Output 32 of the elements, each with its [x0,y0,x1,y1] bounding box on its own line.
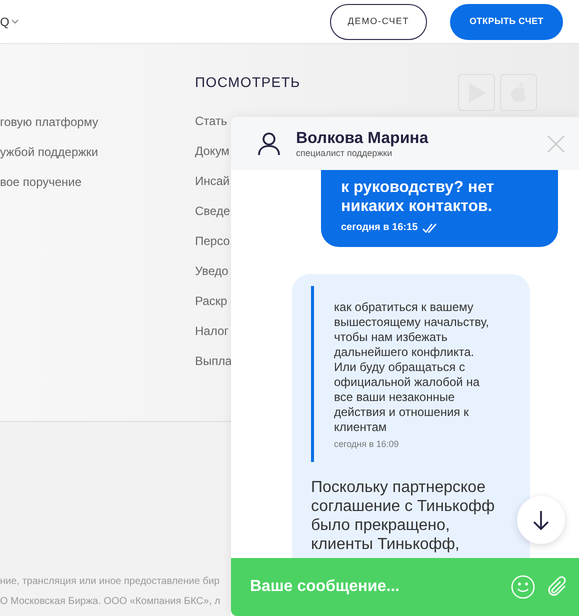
open-account-button[interactable]: ОТКРЫТЬ СЧЕТ [450,4,563,40]
footer-link[interactable]: Стать [195,113,228,130]
chevron-down-icon [11,18,20,24]
legal-text: ние, трансляция или иное предоставление бир [0,575,220,589]
message-field[interactable]: Ваше сообщение... [231,558,579,616]
legal-text: О Московская Биржа. ООО «Компания БКС», л [0,595,220,609]
demo-account-button[interactable]: ДЕМО-СЧЕТ [330,4,427,40]
agent-role: специалист поддержки [296,148,394,158]
menu-label[interactable]: Q [0,12,10,30]
footer-link[interactable]: Раскр [195,293,228,310]
message-text: Поскольку партнерское соглашение с Тинькофф было прекращено, клиенты Тинькофф, [311,478,496,554]
footer-link[interactable]: Налог [195,323,229,340]
footer-link[interactable]: Сведе [195,203,230,220]
quoted-text: как обратиться к вашему вышестоящему начальству, чтобы нам избежать дальнейшего конфликта. Или буду обращаться с официальной жалобой на все ваши незаконные действия и отношения к клиентам [334,300,490,435]
section-title: ПОСМОТРЕТЬ [195,73,300,92]
agent-name: Волкова Марина [296,128,428,148]
footer-link[interactable]: говую платформу [0,114,195,131]
footer-link[interactable]: вое поручение [0,174,195,191]
scroll-down-button[interactable] [517,496,565,544]
quote-time: сегодня в 16:09 [334,438,400,451]
message-text: к руководству? нет никаких контактов. [341,178,496,216]
user-icon [258,132,280,156]
footer-link[interactable]: Персо [195,233,230,250]
smiley-icon[interactable] [511,575,535,599]
message-time: сегодня в 16:15 [341,221,418,235]
close-icon[interactable] [547,134,565,152]
footer-link[interactable]: Уведо [195,263,228,280]
footer-link[interactable]: Инсай [195,173,230,190]
footer-link[interactable]: Выпла [195,353,232,370]
footer-link[interactable]: Докум [195,143,230,160]
arrow-down-icon [533,510,549,530]
footer-link[interactable]: ужбой поддержки [0,144,195,161]
